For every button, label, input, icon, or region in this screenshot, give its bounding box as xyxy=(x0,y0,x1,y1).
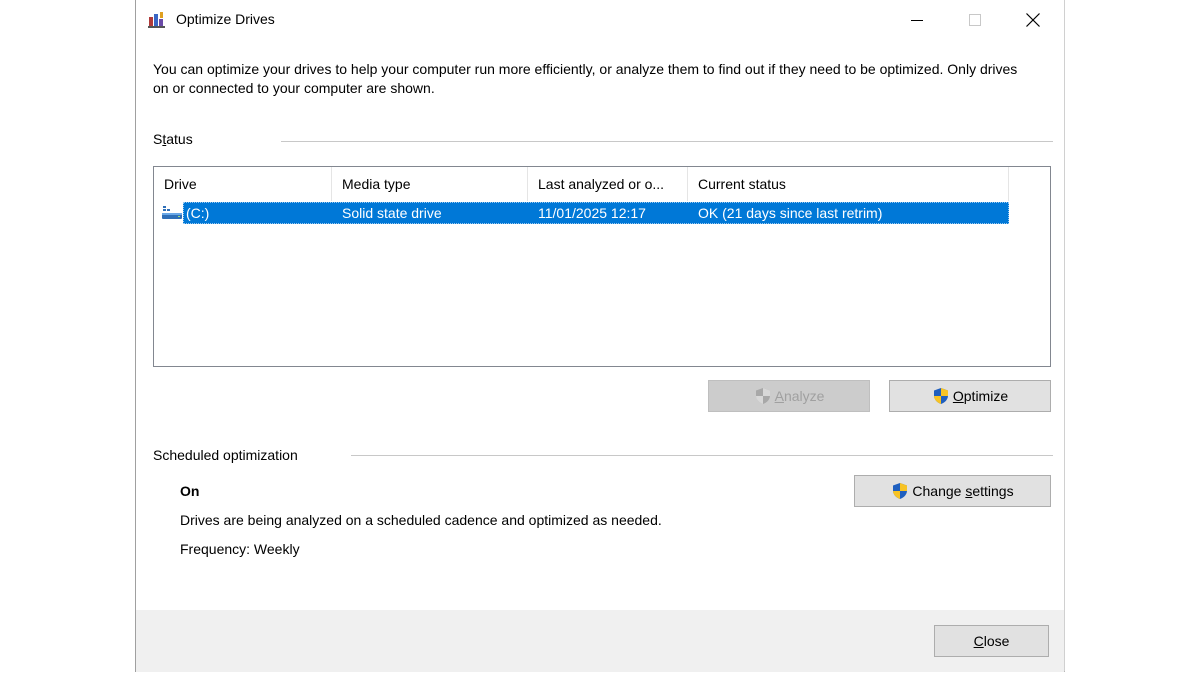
maximize-button[interactable] xyxy=(946,0,1004,40)
close-button[interactable]: Close xyxy=(934,625,1049,657)
optimize-button[interactable]: Optimize xyxy=(889,380,1051,412)
window-title: Optimize Drives xyxy=(176,11,275,27)
drive-list[interactable]: Drive Media type Last analyzed or o... C… xyxy=(153,166,1051,367)
close-button-label: Close xyxy=(973,633,1010,649)
cell-last-analyzed: 11/01/2025 12:17 xyxy=(538,205,646,221)
close-icon xyxy=(1026,13,1040,27)
status-group-label: Status xyxy=(153,131,193,147)
column-header-current-status[interactable]: Current status xyxy=(688,167,1009,201)
optimize-button-label: Optimize xyxy=(952,388,1009,404)
scheduled-group-divider xyxy=(351,455,1053,456)
analyze-button[interactable]: Analyze xyxy=(708,380,870,412)
schedule-frequency: Frequency: Weekly xyxy=(180,541,300,557)
uac-shield-icon xyxy=(933,388,948,404)
drive-row-c[interactable]: (C:) Solid state drive 11/01/2025 12:17 … xyxy=(154,201,1050,225)
cell-media-type: Solid state drive xyxy=(342,205,442,221)
close-window-button[interactable] xyxy=(1004,0,1062,40)
scheduled-group-label: Scheduled optimization xyxy=(153,447,298,463)
schedule-status: On xyxy=(180,483,200,499)
drive-list-header: Drive Media type Last analyzed or o... C… xyxy=(154,167,1050,201)
minimize-button[interactable] xyxy=(888,0,946,40)
title-bar[interactable]: Optimize Drives xyxy=(136,0,1064,40)
column-header-last-analyzed[interactable]: Last analyzed or o... xyxy=(528,167,688,201)
cell-drive: (C:) xyxy=(186,205,210,221)
drive-icon xyxy=(162,206,182,219)
defrag-app-icon xyxy=(148,12,165,28)
cell-current-status: OK (21 days since last retrim) xyxy=(698,205,883,221)
status-group-divider xyxy=(281,141,1053,142)
change-settings-button[interactable]: Change settings xyxy=(854,475,1051,507)
dialog-footer: Close xyxy=(136,610,1064,672)
page: Optimize Drives You can optimize your dr… xyxy=(0,0,1200,675)
column-header-media-type[interactable]: Media type xyxy=(332,167,528,201)
optimize-drives-window: Optimize Drives You can optimize your dr… xyxy=(135,0,1065,672)
schedule-description: Drives are being analyzed on a scheduled… xyxy=(180,512,662,528)
maximize-icon xyxy=(969,14,981,26)
minimize-icon xyxy=(911,20,923,21)
change-settings-label: Change settings xyxy=(912,483,1014,499)
column-header-drive[interactable]: Drive xyxy=(154,167,332,201)
uac-shield-icon xyxy=(755,388,770,404)
analyze-button-label: Analyze xyxy=(774,388,825,404)
intro-text: You can optimize your drives to help you… xyxy=(153,61,1018,96)
uac-shield-icon xyxy=(893,483,908,499)
